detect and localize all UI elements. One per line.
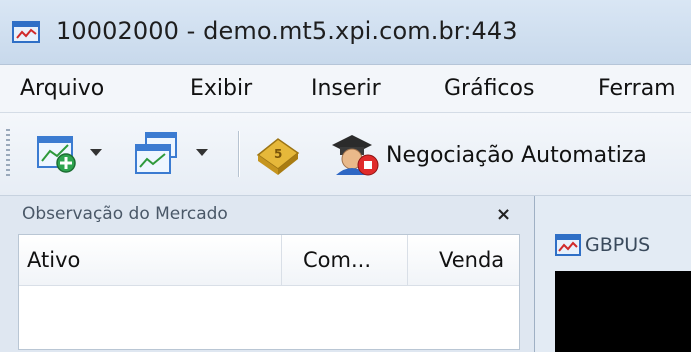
- toolbar-separator: [238, 131, 240, 177]
- chart-canvas[interactable]: [555, 271, 691, 352]
- auto-trading-icon[interactable]: [326, 125, 384, 181]
- auto-trading-button-label[interactable]: Negociação Automatiza: [386, 143, 647, 168]
- chart-window-icon: [555, 234, 581, 256]
- market-watch-header: Observação do Mercado ×: [0, 196, 528, 232]
- market-watch-panel: Observação do Mercado × Ativo Com... Ven…: [0, 196, 528, 352]
- close-icon[interactable]: ×: [496, 204, 511, 225]
- market-watch-table: Ativo Com... Venda: [18, 234, 520, 350]
- column-header-venda[interactable]: Venda: [439, 248, 504, 272]
- window-title: 10002000 - demo.mt5.xpi.com.br:443: [56, 17, 518, 45]
- market-watch-title: Observação do Mercado: [22, 204, 228, 224]
- chart-window: GBPUS: [534, 196, 691, 352]
- column-divider[interactable]: [407, 235, 408, 285]
- profiles-icon[interactable]: [130, 125, 224, 181]
- column-divider[interactable]: [281, 235, 282, 285]
- strategy-tester-icon[interactable]: 5: [252, 125, 302, 181]
- new-chart-icon[interactable]: [30, 125, 118, 181]
- menu-bar: Arquivo Exibir Inserir Gráficos Ferram: [0, 65, 691, 113]
- toolbar: 5 Negociação Automatiza: [0, 113, 691, 196]
- menu-item-graficos[interactable]: Gráficos: [444, 76, 534, 101]
- metatrader-app-icon: [12, 21, 40, 43]
- menu-item-exibir[interactable]: Exibir: [190, 76, 252, 101]
- title-bar: 10002000 - demo.mt5.xpi.com.br:443: [0, 0, 691, 65]
- column-header-compra[interactable]: Com...: [303, 248, 371, 272]
- menu-item-ferramentas[interactable]: Ferram: [598, 76, 676, 101]
- market-watch-table-header: Ativo Com... Venda: [19, 235, 519, 286]
- column-header-ativo[interactable]: Ativo: [27, 248, 80, 272]
- chart-window-title[interactable]: GBPUS: [585, 234, 650, 256]
- svg-text:5: 5: [274, 147, 282, 161]
- toolbar-grip[interactable]: [6, 129, 10, 179]
- menu-item-inserir[interactable]: Inserir: [311, 76, 381, 101]
- menu-item-arquivo[interactable]: Arquivo: [20, 76, 104, 101]
